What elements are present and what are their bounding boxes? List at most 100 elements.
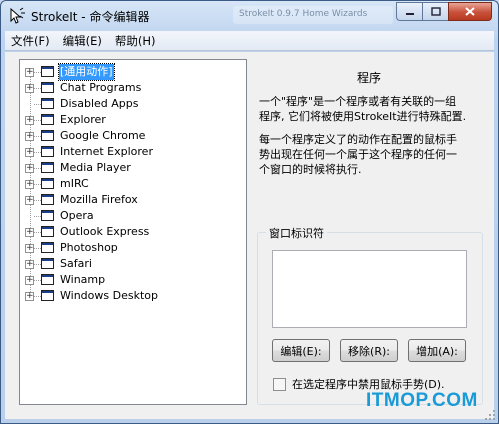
title-bar[interactable]: StrokeIt - 命令编辑器 StrokeIt 0.9.7 Home Wiz… [1,1,498,31]
tree-item-label: Internet Explorer [60,145,153,158]
description-line: 势出现在任何一个属于这个程序的任何一 [259,148,457,161]
tree-branch-line [34,216,41,217]
window-icon [41,66,54,77]
expand-plus-icon[interactable]: + [25,84,34,93]
expand-plus-icon[interactable]: + [25,164,34,173]
tree-item-label: Mozilla Firefox [60,193,138,206]
expand-plus-icon[interactable]: + [25,244,34,253]
tree-item-label: Disabled Apps [60,97,139,110]
tree-branch-line [34,264,41,265]
window-icon [41,194,54,205]
menu-bar: 文件(F) 编辑(E) 帮助(H) [5,31,494,51]
window-icon [41,258,54,269]
tree-item-label: Outlook Express [60,225,150,238]
tree-branch-line [34,120,41,121]
tree-branch-line [34,88,41,89]
tree-branch-line [34,152,41,153]
description-paragraph-2: 每一个程序定义了的动作在配置的鼠标手 势出现在任何一个属于这个程序的任何一 个窗… [259,132,481,177]
window-icon [41,290,54,301]
window-icon [41,146,54,157]
tree-item[interactable]: + Media Player [20,160,246,176]
description-line: 个窗口的时候将执行. [259,163,362,176]
tree-item[interactable]: + Google Chrome [20,128,246,144]
watermark-text: ITMOP.COM [366,390,478,411]
disable-gestures-checkbox[interactable] [273,377,286,391]
tree-item-label: [通用动作] [58,63,115,81]
client-area: + [通用动作] + Chat Programs Disabled Apps + Explo… [5,52,494,419]
expand-plus-icon[interactable]: + [25,132,34,141]
window-icon [41,242,54,253]
window-identifier-list[interactable] [272,250,467,328]
description-line: 每一个程序定义了的动作在配置的鼠标手 [259,133,457,146]
edit-button[interactable]: 编辑(E): [272,339,330,362]
tree-item[interactable]: + Mozilla Firefox [20,192,246,208]
tree-branch-line [34,296,41,297]
program-tree[interactable]: + [通用动作] + Chat Programs Disabled Apps + Explo… [19,59,247,405]
menu-edit[interactable]: 编辑(E) [63,33,102,49]
tree-item-label: Safari [60,257,92,270]
window-icon [41,274,54,285]
tree-item[interactable]: + Internet Explorer [20,144,246,160]
tree-item-label: mIRC [60,177,89,190]
tree-item[interactable]: + Safari [20,256,246,272]
expand-plus-icon[interactable]: + [25,68,34,77]
description-line: 一个"程序"是一个程序或者有关联的一组 [259,95,457,108]
expand-plus-icon[interactable]: + [25,260,34,269]
tree-item[interactable]: + mIRC [20,176,246,192]
add-button[interactable]: 增加(A): [408,339,466,362]
window-icon [41,178,54,189]
minimize-button[interactable] [396,2,422,21]
tree-item-label: Chat Programs [60,81,142,94]
tree-branch-line [34,136,41,137]
tree-item[interactable]: + Outlook Express [20,224,246,240]
expand-plus-icon[interactable]: + [25,196,34,205]
expand-plus-icon[interactable]: + [25,148,34,157]
tree-item[interactable]: Disabled Apps [20,96,246,112]
tree-item-label: Windows Desktop [60,289,158,302]
tree-item[interactable]: + Chat Programs [20,80,246,96]
window-identifier-group: 窗口标识符 编辑(E): 移除(R): 增加(A): 在选定程序中禁用鼠标手势(… [257,225,483,405]
expand-plus-icon[interactable]: + [25,180,34,189]
tree-item[interactable]: + [通用动作] [20,63,246,81]
resize-grip-icon[interactable] [484,409,496,421]
tree-branch-line [34,232,41,233]
tree-branch-line [34,200,41,201]
tree-item[interactable]: + Windows Desktop [20,288,246,304]
maximize-button[interactable] [422,2,448,21]
tree-branch-line [34,248,41,249]
tree-branch-line [34,184,41,185]
tree-branch-line [34,72,41,73]
menu-help[interactable]: 帮助(H) [115,33,156,49]
group-title: 窗口标识符 [266,225,327,241]
expand-plus-icon[interactable]: + [25,228,34,237]
tree-item[interactable]: + Winamp [20,272,246,288]
window-icon [41,98,54,109]
close-icon [465,7,475,16]
tree-item[interactable]: + Explorer [20,112,246,128]
tree-branch-line [34,168,41,169]
tree-item-label: Media Player [60,161,131,174]
background-window-tab: StrokeIt 0.9.7 Home Wizards [233,6,393,24]
window-icon [41,162,54,173]
tree-item-label: Explorer [60,113,106,126]
expand-plus-icon[interactable]: + [25,116,34,125]
tree-item-label: Google Chrome [60,129,146,142]
tree-item-label: Winamp [60,273,106,286]
tree-branch-line [34,280,41,281]
close-button[interactable] [448,2,492,21]
description-line: 程序, 它们将被使用StrokeIt进行特殊配置. [259,110,467,123]
maximize-icon [430,7,441,16]
menu-file[interactable]: 文件(F) [11,33,50,49]
tree-item[interactable]: + Photoshop [20,240,246,256]
description-paragraph-1: 一个"程序"是一个程序或者有关联的一组 程序, 它们将被使用StrokeIt进行… [259,94,481,124]
window-title: StrokeIt - 命令编辑器 [31,10,150,24]
window-icon [41,82,54,93]
tree-item[interactable]: Opera [20,208,246,224]
app-cursor-icon [10,7,25,24]
minimize-icon [405,12,414,15]
remove-button[interactable]: 移除(R): [340,339,398,362]
expand-plus-icon[interactable]: + [25,292,34,301]
expand-plus-icon[interactable]: + [25,276,34,285]
window-icon [41,130,54,141]
section-title: 程序 [357,71,382,85]
